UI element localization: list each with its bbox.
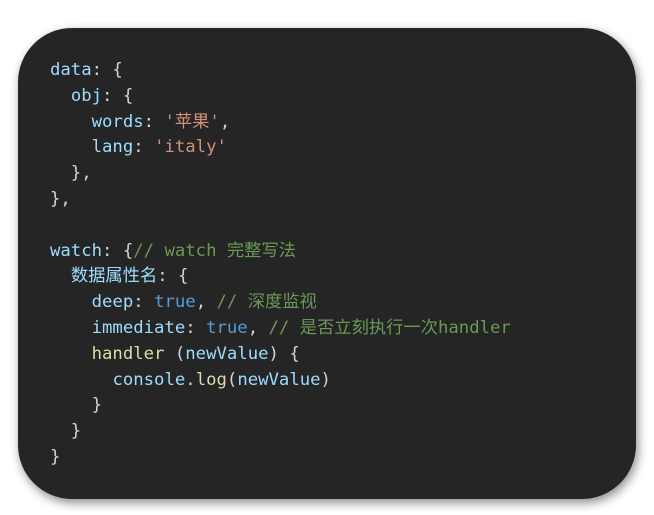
code-token: . — [185, 369, 196, 390]
code-token: : — [143, 111, 165, 132]
code-token: // 是否立刻执行一次handler — [268, 317, 511, 338]
code-token: true — [154, 292, 196, 313]
code-token: immediate — [91, 317, 186, 338]
code-token: } — [50, 395, 103, 416]
code-token: '苹果' — [164, 111, 220, 132]
code-token: : — [185, 317, 207, 338]
code-token: : — [133, 292, 155, 313]
code-token: data — [50, 60, 92, 80]
code-token: : { — [157, 266, 189, 287]
code-token: 'italy' — [154, 137, 227, 158]
code-line: words: '苹果', — [50, 110, 511, 136]
code-token: ( — [226, 369, 238, 390]
code-line: deep: true, // 深度监视 — [50, 290, 511, 316]
code-line: 数据属性名: { — [50, 264, 511, 290]
code-line: immediate: true, // 是否立刻执行一次handler — [50, 316, 511, 342]
code-token: : { — [102, 240, 134, 261]
code-line: } — [50, 419, 511, 445]
code-token: newValue — [237, 369, 321, 390]
code-token: , — [247, 317, 269, 338]
code-line: console.log(newValue) — [50, 368, 511, 394]
code-line: watch: {// watch 完整写法 — [50, 239, 511, 265]
code-token: deep — [91, 292, 134, 313]
code-token: lang — [91, 137, 134, 158]
code-token: words — [91, 111, 144, 132]
code-token: : — [133, 137, 155, 158]
code-token: log — [195, 369, 227, 390]
code-line: data: { — [50, 58, 511, 84]
code-token: : { — [91, 60, 123, 80]
code-token: watch — [50, 240, 103, 261]
code-line: handler (newValue) { — [50, 342, 511, 368]
code-token: } — [50, 421, 82, 442]
code-token: handler — [91, 343, 165, 364]
code-token: 数据属性名 — [70, 266, 158, 287]
code-line: }, — [50, 187, 511, 213]
code-token: ) — [320, 369, 331, 390]
code-block: data: { obj: { words: '苹果', lang: 'italy… — [50, 58, 511, 471]
code-token: ) { — [268, 343, 300, 364]
code-line: lang: 'italy' — [50, 135, 511, 161]
code-token: // 深度监视 — [216, 292, 317, 313]
code-token: } — [50, 446, 61, 467]
code-token: ( — [164, 343, 186, 364]
code-line: } — [50, 445, 511, 471]
code-line: } — [50, 393, 511, 419]
code-token: console — [112, 369, 186, 390]
code-line: }, — [50, 161, 511, 187]
code-token: true — [206, 317, 248, 338]
code-token: newValue — [185, 343, 269, 364]
code-token: }, — [50, 188, 71, 209]
code-token: }, — [50, 163, 92, 184]
code-token: , — [219, 111, 231, 132]
code-token: obj — [70, 85, 103, 106]
code-token: : { — [102, 85, 134, 106]
code-token: // watch 完整写法 — [133, 240, 297, 261]
code-token: , — [195, 292, 217, 313]
code-line: obj: { — [50, 84, 511, 110]
